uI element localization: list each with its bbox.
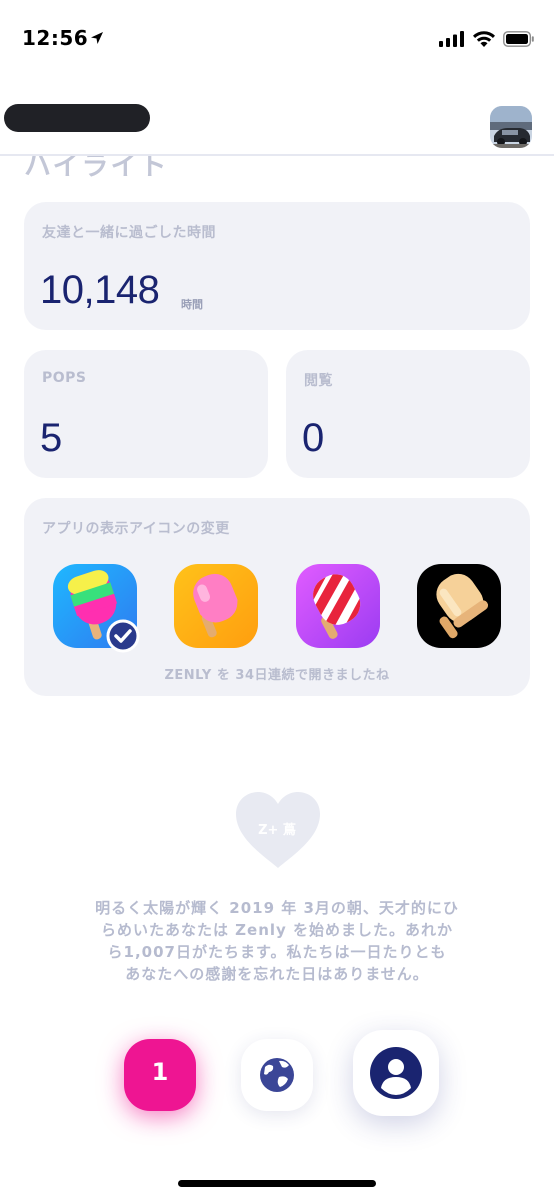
time-with-friends-label: 友達と一緒に過ごした時間 [42, 225, 216, 241]
candy-stripe-popsicle-icon[interactable] [296, 564, 380, 648]
location-arrow-icon [91, 32, 103, 44]
time-with-friends-value: 10,148 [40, 268, 160, 312]
views-card: 閲覧 0 [286, 350, 530, 478]
anniversary-message: 明るく太陽が輝く 2019 年 3月の朝、天才的にひ らめいたあなたは Zenl… [90, 897, 464, 985]
message-line: らめいたあなたは Zenly を始めました。あれか [100, 921, 454, 939]
redacted-username [4, 104, 150, 132]
time-with-friends-card: 友達と一緒に過ごした時間 10,148 時間 [24, 202, 530, 330]
views-value: 0 [302, 416, 324, 460]
rainbow-popsicle-icon[interactable] [53, 564, 140, 653]
map-button[interactable] [241, 1039, 313, 1111]
app-icon-label: アプリの表示アイコンの変更 [42, 521, 230, 537]
notification-count: 1 [151, 1058, 169, 1086]
app-icon-options [24, 564, 530, 653]
status-bar: 12:56 [0, 0, 554, 84]
notifications-button[interactable]: 1 [124, 1039, 196, 1111]
streak-text: ZENLY を 34日連続で開きましたね [164, 668, 390, 683]
message-line: 明るく太陽が輝く 2019 年 3月の朝、天才的にひ [95, 899, 459, 917]
views-label: 閲覧 [304, 373, 333, 389]
heart-text: Z+ 蔦 [258, 823, 296, 838]
home-indicator[interactable] [178, 1180, 376, 1187]
avatar-photo [490, 106, 532, 148]
status-time: 12:56 [22, 26, 89, 50]
header [0, 84, 554, 156]
time-with-friends-unit: 時間 [181, 298, 203, 311]
battery-icon [503, 31, 534, 47]
app-icon-card: アプリの表示アイコンの変更 ZENLY を 34日連続で開きましたね [24, 498, 530, 696]
pink-popsicle-icon[interactable] [174, 564, 258, 648]
signal-icon [439, 31, 464, 47]
profile-icon [370, 1047, 422, 1099]
message-line: ら1,007日がたちます。私たちは一日たりとも [107, 943, 447, 961]
heart-badge: Z+ 蔦 [234, 790, 322, 872]
pops-card: POPS 5 [24, 350, 268, 478]
message-line: あなたへの感謝を忘れた日はありません。 [125, 965, 429, 983]
pops-label: POPS [42, 370, 87, 386]
cream-popsicle-icon[interactable] [417, 564, 501, 648]
avatar[interactable] [490, 106, 532, 148]
pops-value: 5 [40, 416, 62, 460]
wifi-icon [473, 31, 495, 47]
profile-button[interactable] [353, 1030, 439, 1116]
globe-icon [260, 1058, 294, 1092]
